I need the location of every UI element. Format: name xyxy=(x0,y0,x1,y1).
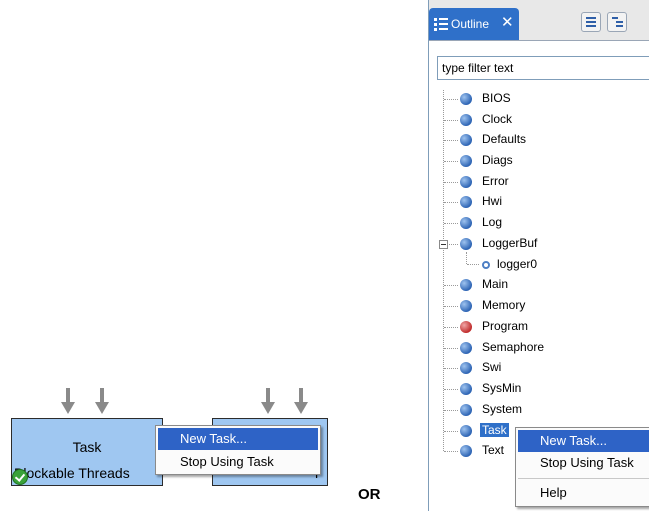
status-dot-icon xyxy=(460,238,472,250)
tree-item-diags[interactable]: Diags xyxy=(429,151,649,171)
menu-item-stop-using-task[interactable]: Stop Using Task xyxy=(158,451,318,473)
status-dot-icon xyxy=(460,114,472,126)
status-dot-icon xyxy=(460,425,472,437)
outline-context-menu: New Task... Stop Using Task Help xyxy=(515,427,649,507)
status-dot-icon xyxy=(460,176,472,188)
status-dot-icon xyxy=(460,196,472,208)
outline-view: Outline ✕ type filter text BIOS Clock De… xyxy=(428,0,649,511)
menu-item-help[interactable]: Help xyxy=(518,482,649,504)
status-dot-icon xyxy=(460,155,472,167)
tree-item-clock[interactable]: Clock xyxy=(429,110,649,130)
status-dot-icon xyxy=(460,445,472,457)
menu-item-stop-using-task[interactable]: Stop Using Task xyxy=(518,452,649,474)
or-label: OR xyxy=(358,486,381,503)
instance-dot-icon xyxy=(482,261,490,269)
tree-item-program[interactable]: Program xyxy=(429,317,649,337)
down-arrow-icon xyxy=(95,388,109,416)
tree-item-bios[interactable]: BIOS xyxy=(429,89,649,109)
down-arrow-icon xyxy=(261,388,275,416)
menu-item-new-task[interactable]: New Task... xyxy=(518,430,649,452)
tree-item-memory[interactable]: Memory xyxy=(429,296,649,316)
tree-item-logger0[interactable]: logger0 xyxy=(429,255,649,275)
status-dot-icon xyxy=(460,93,472,105)
down-arrow-icon xyxy=(294,388,308,416)
status-dot-icon xyxy=(460,383,472,395)
tree-item-log[interactable]: Log xyxy=(429,213,649,233)
tree-item-sysmin[interactable]: SysMin xyxy=(429,379,649,399)
checkmark-icon xyxy=(12,469,28,485)
status-dot-icon xyxy=(460,134,472,146)
task-block[interactable]: Task Blockable Threads xyxy=(11,418,163,486)
collapse-icon[interactable] xyxy=(439,240,448,249)
status-dot-icon xyxy=(460,362,472,374)
tree-item-system[interactable]: System xyxy=(429,400,649,420)
tree-item-hwi[interactable]: Hwi xyxy=(429,192,649,212)
status-dot-icon xyxy=(460,279,472,291)
tree-item-error[interactable]: Error xyxy=(429,172,649,192)
status-dot-icon xyxy=(460,404,472,416)
status-dot-red-icon xyxy=(460,321,472,333)
menu-separator xyxy=(518,478,649,479)
tree-item-defaults[interactable]: Defaults xyxy=(429,130,649,150)
down-arrow-icon xyxy=(61,388,75,416)
tree-item-main[interactable]: Main xyxy=(429,275,649,295)
menu-item-new-task[interactable]: New Task... xyxy=(158,428,318,450)
status-dot-icon xyxy=(460,342,472,354)
context-menu: New Task... Stop Using Task xyxy=(155,425,321,475)
status-dot-icon xyxy=(460,217,472,229)
block-title: Task xyxy=(72,439,102,455)
status-dot-icon xyxy=(460,300,472,312)
block-subtitle: Blockable Threads xyxy=(14,465,130,481)
tree-item-swi[interactable]: Swi xyxy=(429,358,649,378)
tree-item-semaphore[interactable]: Semaphore xyxy=(429,338,649,358)
tree-item-loggerbuf[interactable]: LoggerBuf xyxy=(429,234,649,254)
